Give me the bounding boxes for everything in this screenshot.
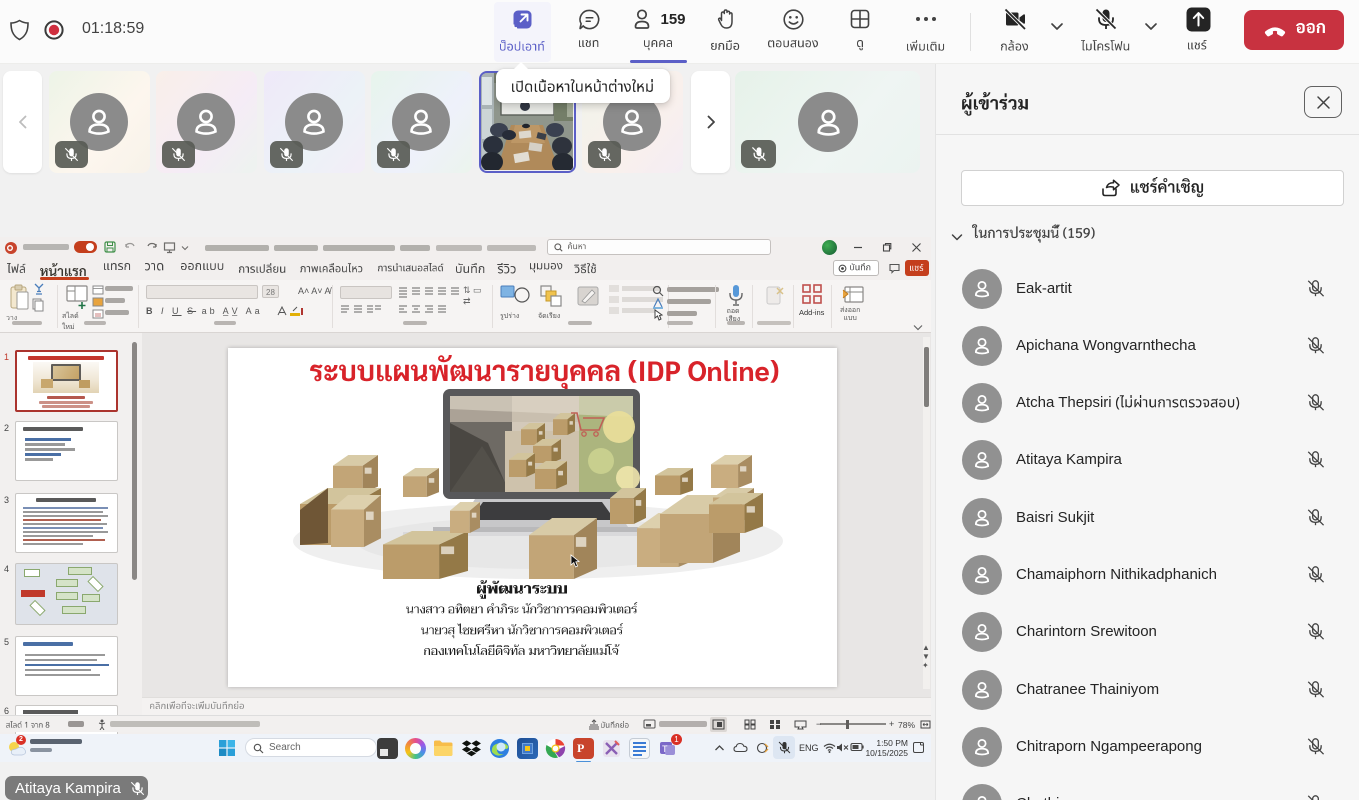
svg-text:T: T [662,744,668,754]
